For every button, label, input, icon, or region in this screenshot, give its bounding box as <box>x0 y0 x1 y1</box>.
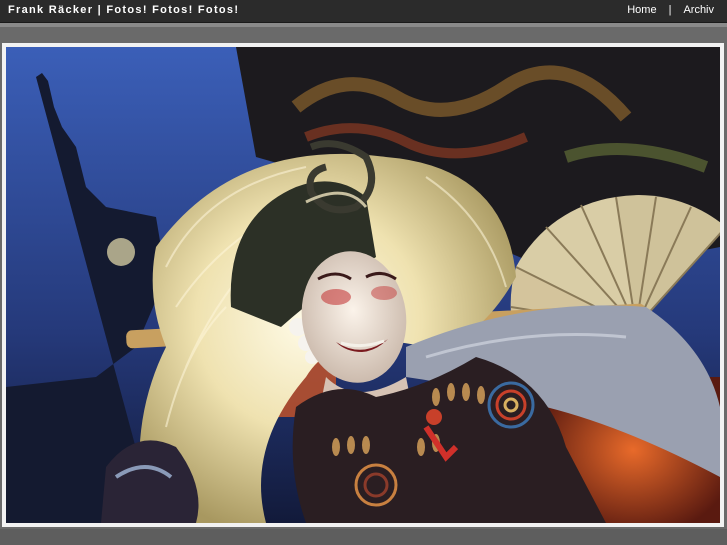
featured-photo[interactable] <box>6 47 720 523</box>
bottom-bar <box>0 529 727 545</box>
photo-illustration <box>6 47 720 523</box>
sub-bar <box>0 23 727 27</box>
nav-home-link[interactable]: Home <box>627 4 656 16</box>
nav-archiv-link[interactable]: Archiv <box>683 4 714 16</box>
main-nav: Home | Archiv <box>627 4 714 16</box>
top-bar: Frank Räcker | Fotos! Fotos! Fotos! Home… <box>0 0 727 23</box>
site-title[interactable]: Frank Räcker | Fotos! Fotos! Fotos! <box>8 4 239 16</box>
nav-separator: | <box>668 4 672 16</box>
